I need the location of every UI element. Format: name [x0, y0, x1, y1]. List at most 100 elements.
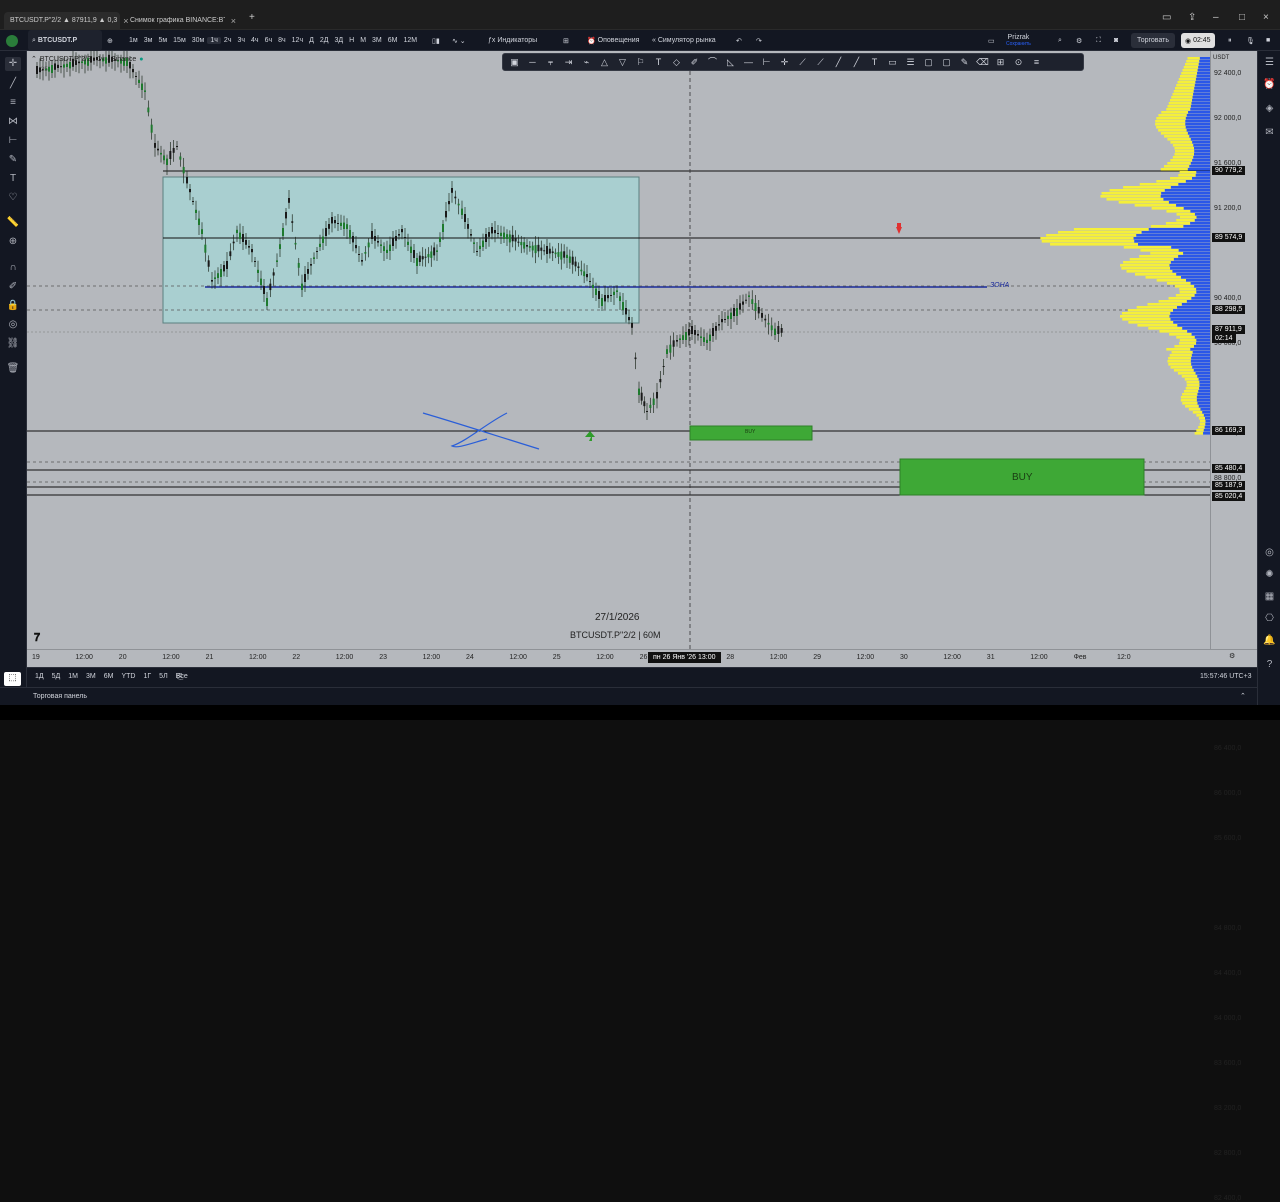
line-icon[interactable]: —	[741, 55, 756, 69]
maximize-icon[interactable]: □	[1239, 12, 1245, 23]
alerts-icon[interactable]: ⏰	[1262, 79, 1277, 94]
fib-icon[interactable]: ⟋	[795, 55, 810, 69]
chart-canvas[interactable]: ⌃ BTCUSDT.P"2/2 · 1ч · Binance ● 35 ▣ ─ ⫧ ⇥…	[27, 51, 1210, 649]
text2-icon[interactable]: T	[867, 55, 882, 69]
price-tag[interactable]: 02:14	[1212, 334, 1236, 343]
interval-5[interactable]: 1ч	[207, 37, 221, 44]
price-tag[interactable]: 89 574,9	[1212, 233, 1246, 242]
brush-icon[interactable]: ✎	[5, 153, 21, 167]
tab-snapshot[interactable]: Снимок графика BINANCE:BTCUSDT ×	[124, 12, 242, 29]
mic-icon[interactable]: 🎙	[1246, 30, 1255, 51]
help-icon[interactable]: ?	[1262, 659, 1277, 674]
settings-icon[interactable]: ⚙	[1076, 30, 1082, 51]
range-4[interactable]: 6М	[104, 673, 114, 680]
cursor-icon[interactable]: ▣	[507, 55, 522, 69]
date-range-icon[interactable]: ⎘	[177, 672, 183, 682]
text-icon[interactable]: T	[651, 55, 666, 69]
pattern-icon[interactable]: ⋈	[5, 115, 21, 129]
interval-2[interactable]: 5м	[155, 37, 170, 44]
up-arrow-icon[interactable]: △	[597, 55, 612, 69]
price-tag[interactable]: 87 911,9	[1212, 325, 1245, 334]
more-icon[interactable]: ≡	[1029, 55, 1044, 69]
interval-10[interactable]: 8ч	[275, 37, 289, 44]
list-icon[interactable]: ☰	[903, 55, 918, 69]
arc-icon[interactable]: ⌒	[705, 55, 720, 69]
range-2[interactable]: 1М	[68, 673, 78, 680]
interval-0[interactable]: 1м	[126, 37, 141, 44]
tab-chart[interactable]: BTCUSDT.P"2/2 ▲ 87911,9 ▲ 0,3 ×	[4, 12, 129, 29]
interval-3[interactable]: 15м	[170, 37, 189, 44]
redo-icon[interactable]: ↷	[756, 30, 762, 51]
clock-widget[interactable]: ◉ 02:45	[1181, 33, 1215, 48]
range-0[interactable]: 1Д	[35, 673, 44, 680]
interval-15[interactable]: Н	[346, 37, 357, 44]
interval-8[interactable]: 4ч	[248, 37, 262, 44]
path-icon[interactable]: ⌁	[579, 55, 594, 69]
crosshair-icon[interactable]: ✛	[777, 55, 792, 69]
chart-type-icon[interactable]: ∿ ⌄	[452, 30, 466, 51]
interval-14[interactable]: 3Д	[331, 37, 346, 44]
interval-17[interactable]: 3М	[369, 37, 385, 44]
brush-icon[interactable]: ⟋	[813, 55, 828, 69]
alerts-button[interactable]: ⏰ Оповещения	[587, 30, 639, 51]
utc-time[interactable]: 15:57:46 UTC+3	[1200, 673, 1252, 680]
price-tag[interactable]: 88 298,5	[1212, 305, 1246, 314]
prediction-icon[interactable]: ⊢	[5, 134, 21, 148]
range-3[interactable]: 3М	[86, 673, 96, 680]
flag-icon[interactable]: ⚐	[633, 55, 648, 69]
price-tag[interactable]: 90 779,2	[1212, 166, 1246, 175]
lightbulb-icon[interactable]: ✺	[1262, 569, 1277, 584]
eraser-icon[interactable]: ⌫	[975, 55, 990, 69]
zoom-icon[interactable]: ⊕	[5, 235, 21, 249]
down-arrow-icon[interactable]: ▽	[615, 55, 630, 69]
interval-6[interactable]: 2ч	[221, 37, 235, 44]
interval-19[interactable]: 12М	[401, 37, 421, 44]
eye-icon[interactable]: ◎	[5, 318, 21, 332]
axis-settings-icon[interactable]: ⚙	[1229, 652, 1235, 660]
text-icon[interactable]: T	[5, 172, 21, 186]
calendar-icon[interactable]: ▦	[1262, 591, 1277, 606]
hline-icon[interactable]: ─	[525, 55, 540, 69]
symbol-search[interactable]: ⌕ BTCUSDT.P	[28, 30, 102, 51]
interval-12[interactable]: Д	[306, 37, 317, 44]
stop-icon[interactable]: ■	[1266, 30, 1270, 51]
ruler-icon[interactable]: 📏	[5, 216, 21, 230]
ray2-icon[interactable]: ╱	[849, 55, 864, 69]
time-axis[interactable]: 19 12:00 20 12:00 21 12:00 22 12:00 23 12:00 24 12:…	[27, 649, 1257, 667]
triangle-icon[interactable]: ◺	[723, 55, 738, 69]
link-icon[interactable]: ⛓	[5, 337, 21, 351]
pitchfork-icon[interactable]: ⫧	[543, 55, 558, 69]
drawings-icon[interactable]: ⬚	[4, 672, 21, 686]
interval-4[interactable]: 30м	[189, 37, 208, 44]
crosshair-icon[interactable]: ✛	[5, 57, 21, 71]
note-icon[interactable]: ▢	[921, 55, 936, 69]
chevron-up-icon[interactable]: ⌃	[1240, 692, 1246, 700]
chat-icon[interactable]: ✉	[1262, 127, 1277, 142]
interval-1[interactable]: 3м	[141, 37, 156, 44]
heart-icon[interactable]: ♡	[5, 191, 21, 205]
close-window-icon[interactable]: ×	[1263, 12, 1269, 23]
shape-icon[interactable]: ◇	[669, 55, 684, 69]
ideas-icon[interactable]: ⎔	[1262, 613, 1277, 628]
trash-icon[interactable]: 🗑	[5, 362, 21, 376]
layout-icon[interactable]: ▭	[988, 30, 995, 51]
ray-icon[interactable]: ⇥	[561, 55, 576, 69]
comment-icon[interactable]: ▢	[939, 55, 954, 69]
minimize-icon[interactable]: –	[1213, 12, 1219, 23]
settings-icon[interactable]: ⊙	[1011, 55, 1026, 69]
search-icon[interactable]: ⌕	[1058, 30, 1062, 51]
candles-icon[interactable]: ▯▮	[432, 30, 440, 51]
range-6[interactable]: 1Г	[143, 673, 151, 680]
bell-icon[interactable]: 🔔	[1262, 635, 1277, 650]
trendline-icon[interactable]: ╱	[5, 77, 21, 91]
collapse-icon[interactable]: ⌃	[31, 55, 37, 63]
range-icon[interactable]: ⊢	[759, 55, 774, 69]
indicators-button[interactable]: ƒx Индикаторы	[488, 30, 537, 51]
profile-menu[interactable]: Prizrak Сохранить	[1006, 30, 1031, 51]
templates-icon[interactable]: ⊞	[563, 30, 569, 51]
stay-drawing-icon[interactable]: ✐	[5, 280, 21, 294]
lock-icon[interactable]: 🔒	[5, 299, 21, 313]
price-tag[interactable]: 85 020,4	[1212, 492, 1246, 501]
interval-7[interactable]: 3ч	[234, 37, 248, 44]
fib-icon[interactable]: ≡	[5, 96, 21, 110]
